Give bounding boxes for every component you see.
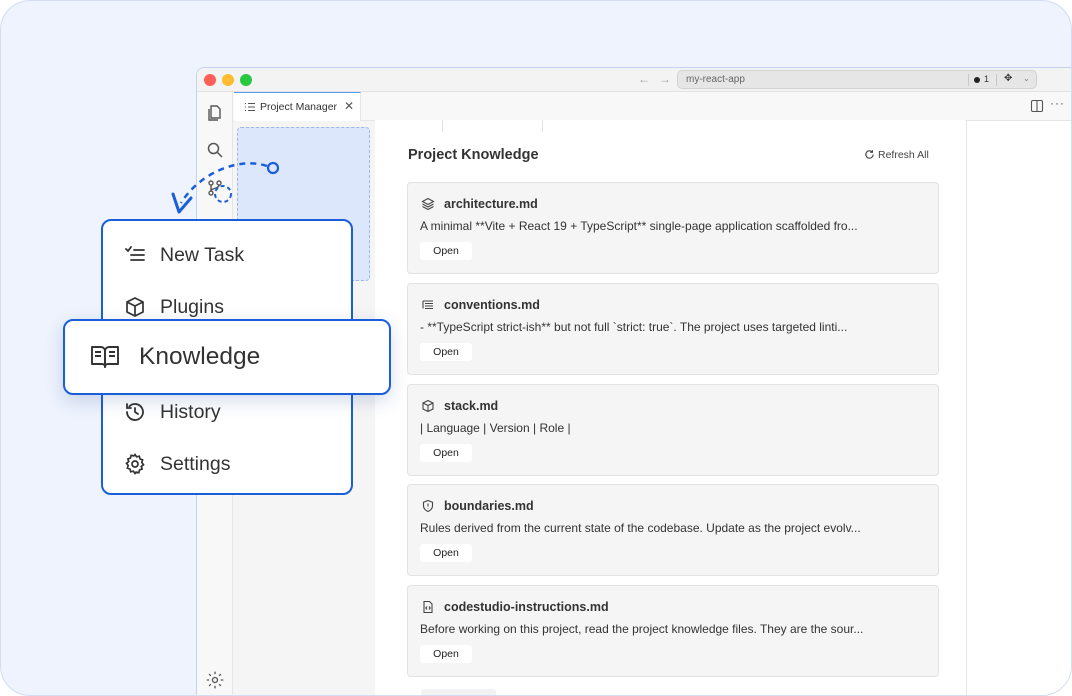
menu-item-label: Knowledge: [139, 343, 261, 370]
address-divider: [996, 74, 997, 86]
menu-item-label: History: [160, 400, 221, 423]
close-window-button[interactable]: [204, 74, 216, 86]
menu-item-history[interactable]: History: [123, 397, 221, 427]
address-text: my-react-app: [686, 74, 745, 85]
menu-item-label: Plugins: [160, 295, 224, 318]
list-check-icon: [125, 246, 145, 261]
arrow-left-icon[interactable]: ←: [638, 72, 650, 86]
menu-item-new-task[interactable]: New Task: [123, 240, 244, 270]
status-dot-icon: [974, 77, 980, 83]
menu-item-plugins[interactable]: Plugins: [123, 292, 224, 322]
close-icon[interactable]: ✕: [344, 99, 354, 113]
tab-project-manager[interactable]: Project Manager ✕: [234, 92, 361, 121]
pointer-arrow-icon: [171, 161, 280, 214]
menu-item-knowledge[interactable]: Knowledge: [63, 319, 391, 395]
right-pane-divider: [966, 121, 967, 695]
status-count: 1: [984, 74, 990, 84]
tab-label: Project Manager: [260, 101, 338, 113]
minimize-window-button[interactable]: [222, 74, 234, 86]
menu-item-settings[interactable]: Settings: [123, 449, 230, 479]
menu-item-label: Settings: [160, 452, 231, 475]
book-open-icon: [91, 346, 119, 368]
package-icon: [126, 297, 144, 317]
chevron-down-icon[interactable]: ⌄: [1023, 74, 1030, 83]
background-frame: ← → my-react-app 1 ✥ ⌄ Project Manager ✕…: [0, 0, 1072, 696]
more-actions-icon[interactable]: ···: [1050, 96, 1065, 110]
address-bar[interactable]: my-react-app 1 ✥ ⌄: [677, 70, 1037, 89]
extensions-icon[interactable]: ✥: [1004, 73, 1012, 84]
gear-icon[interactable]: [205, 670, 225, 690]
tab-bar: Project Manager ✕ ···: [233, 92, 1071, 121]
maximize-window-button[interactable]: [240, 74, 252, 86]
address-divider: [968, 74, 969, 86]
gear-icon: [125, 453, 145, 475]
files-icon[interactable]: [205, 102, 225, 122]
menu-item-label: New Task: [160, 243, 245, 266]
list-icon: [245, 103, 255, 111]
title-bar: ← → my-react-app 1 ✥ ⌄: [197, 68, 1071, 92]
arrow-right-icon[interactable]: →: [659, 72, 671, 86]
history-icon: [126, 403, 144, 421]
split-editor-icon[interactable]: [1030, 99, 1044, 113]
